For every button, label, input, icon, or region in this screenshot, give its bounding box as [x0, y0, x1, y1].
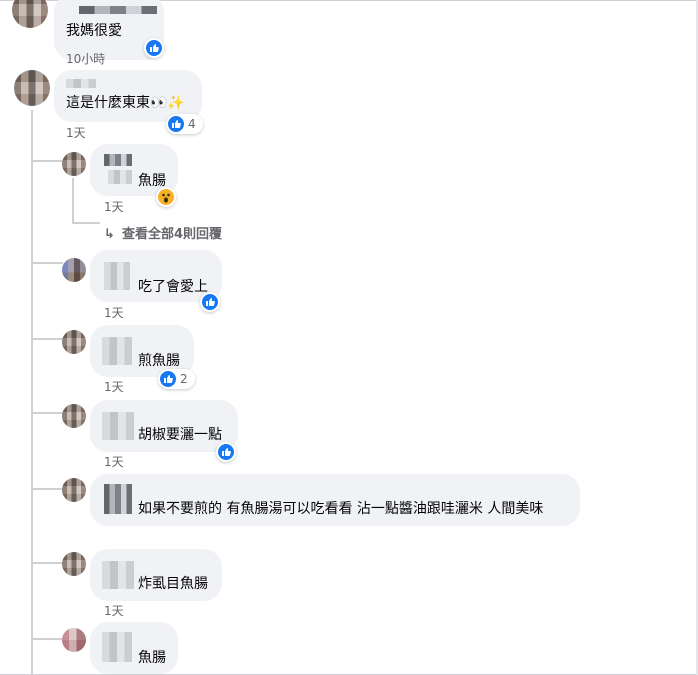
blurred-username[interactable] [104, 154, 132, 166]
blurred-username[interactable] [66, 79, 96, 88]
blurred-username[interactable] [79, 6, 157, 14]
reply-text: 炸虱目魚腸 [138, 576, 208, 592]
nested-thread-line [72, 178, 74, 222]
blurred-username-2 [108, 170, 132, 184]
comment-text: 這是什麼東東👀✨ [66, 95, 185, 111]
timestamp[interactable]: 1天 [66, 126, 86, 140]
view-replies-label: 查看全部4則回覆 [122, 227, 223, 242]
thread-connector [31, 262, 63, 264]
avatar[interactable] [12, 0, 48, 28]
blurred-username[interactable] [102, 412, 134, 440]
like-icon [202, 294, 218, 310]
reaction-count: 2 [180, 372, 188, 386]
thread-connector [31, 638, 63, 640]
timestamp[interactable]: 1天 [104, 200, 124, 214]
blurred-username[interactable] [104, 262, 130, 290]
thread-connector [31, 562, 63, 564]
reaction-count: 4 [188, 117, 196, 131]
like-icon [160, 371, 176, 387]
reply-text: 胡椒要灑一點 [138, 427, 222, 443]
avatar[interactable] [14, 70, 50, 106]
reaction-badge[interactable] [144, 38, 164, 58]
thread-line [31, 110, 33, 675]
thread-connector [31, 160, 63, 162]
avatar[interactable] [62, 628, 86, 652]
avatar[interactable] [62, 152, 86, 176]
reply-text: 如果不要煎的 有魚腸湯可以吃看看 沾一點醬油跟哇灑米 人間美味 [138, 501, 544, 517]
timestamp[interactable]: 1天 [104, 380, 124, 394]
reply-text: 吃了會愛上 [138, 279, 208, 295]
like-icon [218, 444, 234, 460]
timestamp[interactable]: 1天 [104, 455, 124, 469]
reply-text: 魚腸 [138, 650, 166, 666]
avatar[interactable] [62, 552, 86, 576]
avatar[interactable] [62, 478, 86, 502]
timestamp[interactable]: 1天 [104, 604, 124, 618]
comment-text: 我媽很愛 [66, 23, 122, 39]
reaction-badge[interactable] [216, 442, 236, 462]
avatar[interactable] [62, 404, 86, 428]
like-icon [168, 116, 184, 132]
thread-connector [31, 412, 63, 414]
thread-connector [31, 488, 63, 490]
blurred-username[interactable] [104, 484, 132, 514]
reply-arrow-icon: ↳ [104, 227, 115, 242]
timestamp[interactable]: 10小時 [66, 52, 105, 66]
blurred-username[interactable] [102, 632, 132, 662]
reply-text: 煎魚腸 [138, 353, 180, 369]
blurred-username[interactable] [102, 561, 134, 589]
thread-connector [31, 338, 63, 340]
timestamp[interactable]: 1天 [104, 306, 124, 320]
like-icon [146, 40, 162, 56]
reaction-badge[interactable]: 2 [158, 369, 195, 389]
reaction-badge[interactable] [200, 292, 220, 312]
view-replies-link[interactable]: ↳ 查看全部4則回覆 [104, 223, 222, 242]
reaction-badge[interactable] [156, 187, 176, 207]
reaction-badge[interactable]: 4 [166, 114, 203, 134]
wow-icon [158, 189, 174, 205]
blurred-username[interactable] [102, 337, 132, 365]
avatar[interactable] [62, 258, 86, 282]
avatar[interactable] [62, 330, 86, 354]
nested-thread-connector [72, 222, 100, 224]
